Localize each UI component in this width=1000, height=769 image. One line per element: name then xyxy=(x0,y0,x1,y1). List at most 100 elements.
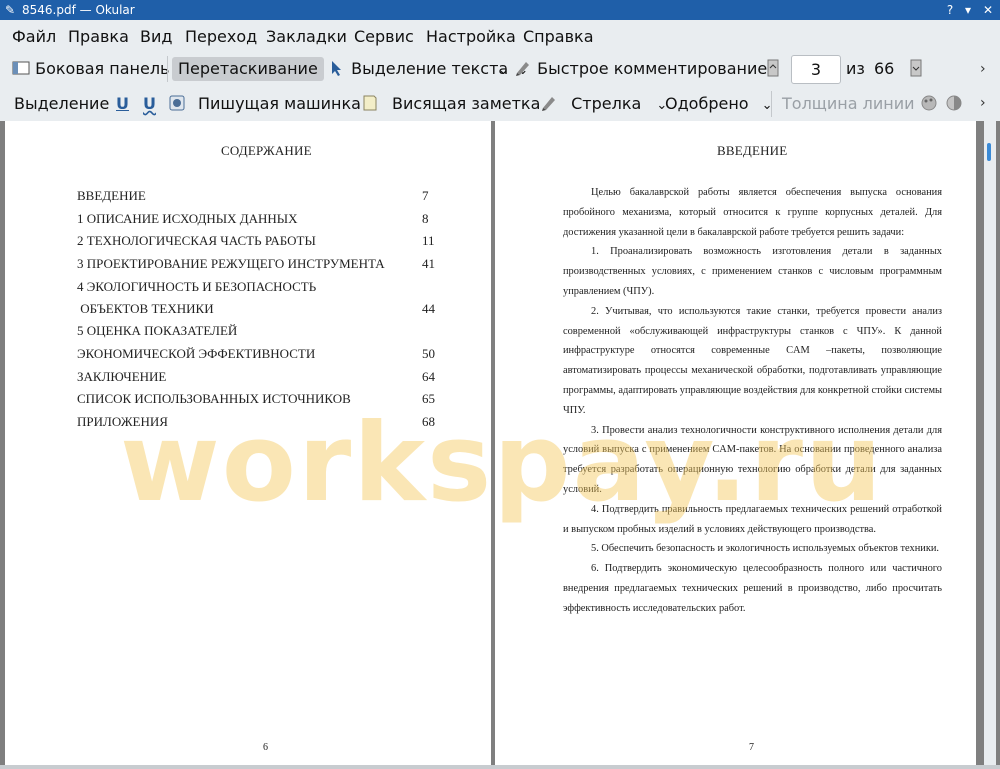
toc-entry-text: 4 ЭКОЛОГИЧНОСТЬ И БЕЗОПАСНОСТЬ xyxy=(77,279,317,294)
typewriter-label: Пишущая машинка xyxy=(198,94,361,113)
underline-tool[interactable]: U xyxy=(116,92,129,116)
note-icon-button[interactable] xyxy=(361,92,379,116)
menu-edit[interactable]: Правка xyxy=(68,27,129,46)
menu-file[interactable]: Файл xyxy=(12,27,56,46)
toc-entry-page: 7 xyxy=(422,188,429,203)
toc-entry-page: 65 xyxy=(422,391,435,406)
bottom-edge xyxy=(0,765,1000,769)
toc-entry-page: 64 xyxy=(422,369,435,384)
underline-icon: U xyxy=(116,94,129,113)
paragraph: Целью бакалаврской работы является обесп… xyxy=(563,187,942,238)
sidebar-icon xyxy=(12,61,30,75)
toc-entry-text: 5 ОЦЕНКА ПОКАЗАТЕЛЕЙ xyxy=(77,323,238,338)
toc-entry-page: 44 xyxy=(422,301,435,316)
sidebar-label: Боковая панель xyxy=(35,59,170,78)
main-toolbar: Боковая панель Перетаскивание Выделение … xyxy=(0,52,1000,86)
toolbar-separator xyxy=(771,91,772,117)
approved-label: Одобрено xyxy=(665,94,749,113)
pen-icon xyxy=(516,62,529,76)
menu-go[interactable]: Переход xyxy=(185,27,257,46)
toc-entry-text: ОБЪЕКТОВ ТЕХНИКИ xyxy=(77,301,214,316)
stamp-icon xyxy=(169,95,185,111)
squiggle-tool[interactable]: U xyxy=(143,92,156,116)
okular-app-icon: ✎ xyxy=(5,3,16,17)
menu-bar: Файл Правка Вид Переход Закладки Сервис … xyxy=(0,20,1000,52)
page-7: ВВЕДЕНИЕ Целью бакалаврской работы являе… xyxy=(495,121,976,767)
toc-entry-page: 41 xyxy=(422,256,435,271)
toc-entry-page: 8 xyxy=(422,211,429,226)
close-icon[interactable]: ✕ xyxy=(980,2,996,18)
toc-entry-page: 50 xyxy=(422,346,435,361)
approved-stamp-tool[interactable]: Одобрено ⌄ xyxy=(665,92,773,116)
page-of-label: из xyxy=(846,59,865,78)
menu-tools[interactable]: Сервис xyxy=(354,27,414,46)
toc-entry-text: 2 ТЕХНОЛОГИЧЕСКАЯ ЧАСТЬ РАБОТЫ xyxy=(77,233,316,248)
scrollbar-thumb[interactable] xyxy=(987,143,991,161)
introduction-text: Целью бакалаврской работы является обесп… xyxy=(563,183,942,619)
page-total-label: 66 xyxy=(874,59,895,78)
toc-entry-text: 1 ОПИСАНИЕ ИСХОДНЫХ ДАННЫХ xyxy=(77,211,298,226)
quick-comment-label: Быстрое комментирование xyxy=(537,59,768,78)
pen-icon xyxy=(542,97,555,111)
paragraph: 3. Провести анализ технологичности конст… xyxy=(563,424,942,495)
vertical-scrollbar[interactable] xyxy=(984,121,996,769)
page-number: 7 xyxy=(749,742,754,753)
toc-entry-page: 11 xyxy=(422,233,435,248)
next-page-button[interactable] xyxy=(910,57,922,81)
toolbar-overflow-icon[interactable]: › xyxy=(980,61,986,77)
typewriter-tool[interactable]: Пишущая машинка xyxy=(198,92,361,116)
paragraph: 5. Обеспечить безопасность и экологичнос… xyxy=(591,543,940,555)
toc-title: СОДЕРЖАНИЕ xyxy=(221,143,312,158)
sidebar-button[interactable]: Боковая панель xyxy=(12,57,169,81)
palette-icon xyxy=(921,95,937,111)
note-icon xyxy=(363,95,377,111)
page-up-icon xyxy=(767,59,779,77)
page-number: 6 xyxy=(263,742,268,753)
stamp-tool[interactable] xyxy=(168,92,186,116)
hanging-note-tool[interactable]: Висящая заметка xyxy=(392,92,540,116)
page-down-icon xyxy=(910,59,922,77)
toc-entry-page: 68 xyxy=(422,414,435,429)
paragraph: 4. Подтвердить правильность предлагаемых… xyxy=(563,503,942,535)
opacity-tool[interactable] xyxy=(945,92,963,116)
opacity-icon xyxy=(946,95,962,111)
line-width-control[interactable]: Толщина линии xyxy=(782,92,915,116)
color-tool[interactable] xyxy=(920,92,938,116)
drag-mode-label: Перетаскивание xyxy=(178,59,318,78)
window-title: 8546.pdf — Okular xyxy=(22,3,135,17)
arrow-label: Стрелка xyxy=(571,94,642,113)
title-bar[interactable]: ✎ 8546.pdf — Okular ? ▾ ✕ xyxy=(0,0,1000,20)
drag-mode-button[interactable]: Перетаскивание xyxy=(172,57,324,81)
cursor-icon xyxy=(332,61,341,76)
menu-settings[interactable]: Настройка xyxy=(426,27,516,46)
toc-entry-text: ПРИЛОЖЕНИЯ xyxy=(77,414,168,429)
paragraph: 2. Учитывая, что используются такие стан… xyxy=(563,305,942,416)
menu-view[interactable]: Вид xyxy=(140,27,172,46)
toc-entry-text: 3 ПРОЕКТИРОВАНИЕ РЕЖУЩЕГО ИНСТРУМЕНТА xyxy=(77,256,385,271)
paragraph: 6. Подтвердить экономическую целесообраз… xyxy=(563,563,942,614)
toolbar-overflow-icon[interactable]: › xyxy=(980,95,986,111)
paragraph: 1. Проанализировать возможность изготовл… xyxy=(563,246,942,297)
page-number-input[interactable]: 3 xyxy=(791,55,841,84)
chevron-down-icon: ⌄ xyxy=(498,63,509,78)
introduction-title: ВВЕДЕНИЕ xyxy=(717,143,788,158)
toc-entry-text: ВВЕДЕНИЕ xyxy=(77,188,146,203)
okular-window: ✎ 8546.pdf — Okular ? ▾ ✕ Файл Правка Ви… xyxy=(0,0,1000,769)
toc-entry-text: СПИСОК ИСПОЛЬЗОВАННЫХ ИСТОЧНИКОВ xyxy=(77,391,351,406)
hanging-note-label: Висящая заметка xyxy=(392,94,541,113)
menu-bookmarks[interactable]: Закладки xyxy=(266,27,347,46)
quick-comment-button[interactable]: ⌄ Быстрое комментирование xyxy=(498,57,767,81)
selection-label: Выделение xyxy=(14,94,110,113)
line-width-label: Толщина линии xyxy=(782,94,915,113)
squiggle-underline-icon: U xyxy=(143,94,156,113)
text-select-label: Выделение текста xyxy=(351,59,509,78)
arrow-tool[interactable]: Стрелка ⌄ xyxy=(540,92,667,116)
toolbar-separator xyxy=(167,56,168,82)
help-icon[interactable]: ? xyxy=(942,2,958,18)
toc-entry-text: ЭКОНОМИЧЕСКОЙ ЭФФЕКТИВНОСТИ xyxy=(77,346,316,361)
page-6: СОДЕРЖАНИЕ ВВЕДЕНИЕ 7 1 ОПИСАНИЕ ИСХОДНЫХ… xyxy=(5,121,491,767)
previous-page-button[interactable] xyxy=(767,57,779,81)
document-viewer[interactable]: СОДЕРЖАНИЕ ВВЕДЕНИЕ 7 1 ОПИСАНИЕ ИСХОДНЫХ… xyxy=(0,121,1000,769)
minimize-icon[interactable]: ▾ xyxy=(960,2,976,18)
menu-help[interactable]: Справка xyxy=(523,27,594,46)
